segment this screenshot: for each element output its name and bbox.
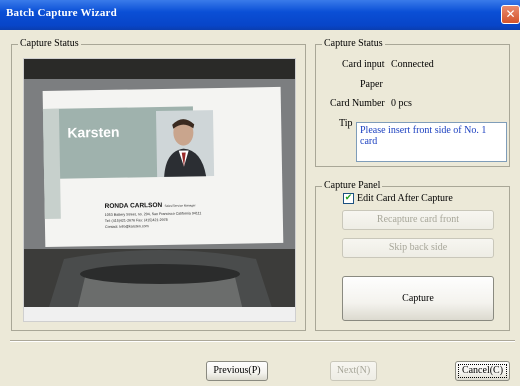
checkmark-icon: ✔ — [344, 193, 353, 203]
window-title: Batch Capture Wizard — [6, 7, 117, 19]
skip-back-side-label: Skip back side — [388, 242, 448, 253]
card-input-label: Card input — [342, 59, 385, 70]
wizard-client-area: Capture Status Karsten RONDA CARLSON Sal… — [3, 30, 517, 383]
paper-label: Paper — [360, 79, 383, 90]
tip-textbox: Please insert front side of No. 1 card — [356, 122, 507, 162]
cancel-label: Cancel(C) — [461, 365, 504, 376]
tip-label: Tip — [339, 118, 353, 129]
capture-button[interactable]: Capture — [342, 276, 494, 321]
next-button[interactable]: Next(N) — [330, 361, 377, 381]
close-button[interactable]: ✕ — [501, 5, 520, 24]
recapture-card-front-label: Recapture card front — [376, 214, 460, 225]
card-name: RONDA CARLSON — [105, 202, 163, 210]
footer-separator — [10, 340, 515, 342]
capture-label: Capture — [402, 293, 434, 304]
title-bar: Batch Capture Wizard ✕ — [0, 0, 520, 30]
tip-text: Please insert front side of No. 1 card — [360, 125, 487, 147]
skip-back-side-button[interactable]: Skip back side — [342, 238, 494, 258]
capture-status-group-label: Capture Status — [322, 38, 385, 49]
capture-preview-group-label: Capture Status — [18, 38, 81, 49]
card-number-value: 0 pcs — [391, 98, 412, 109]
card-name-title: Sales/Service Manager — [165, 203, 196, 208]
recapture-card-front-button[interactable]: Recapture card front — [342, 210, 494, 230]
cancel-button[interactable]: Cancel(C) — [455, 361, 510, 381]
capture-panel-group-label: Capture Panel — [322, 180, 383, 191]
previous-button[interactable]: Previous(P) — [206, 361, 268, 381]
previous-label: Previous(P) — [213, 365, 261, 376]
camera-preview-image: Karsten RONDA CARLSON Sales/Service Mana… — [24, 59, 295, 321]
card-contact: Contact: Info@karsten.com — [105, 224, 149, 229]
card-company: Karsten — [67, 124, 119, 141]
next-label: Next(N) — [336, 365, 371, 376]
camera-preview: Karsten RONDA CARLSON Sales/Service Mana… — [23, 58, 296, 322]
card-number-label: Card Number — [330, 98, 385, 109]
close-icon: ✕ — [505, 7, 516, 21]
card-input-value: Connected — [391, 59, 434, 70]
edit-card-checkbox[interactable]: ✔ — [343, 193, 354, 204]
edit-card-label: Edit Card After Capture — [357, 193, 453, 204]
